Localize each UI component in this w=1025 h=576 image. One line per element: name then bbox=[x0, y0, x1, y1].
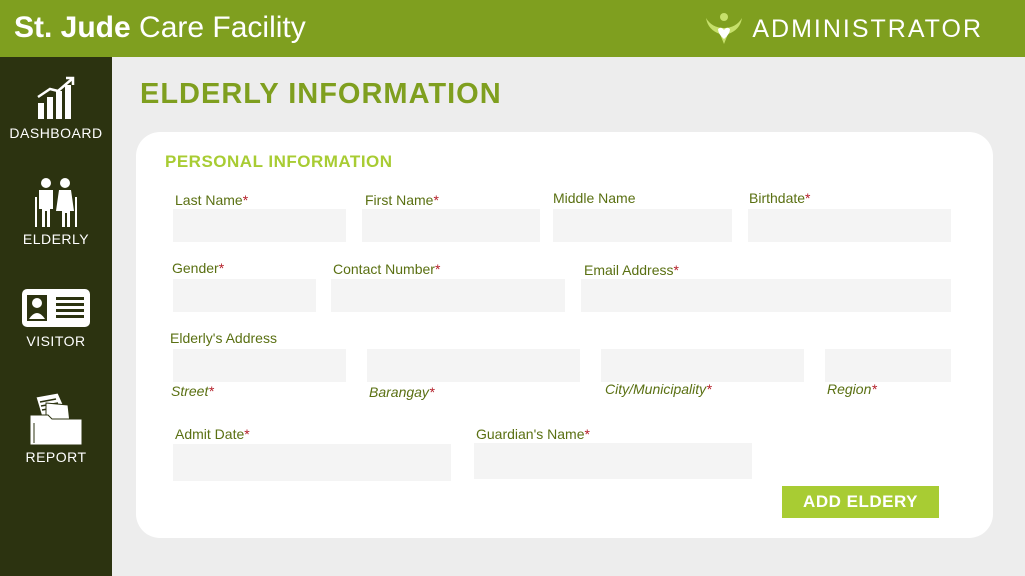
last-name-input[interactable] bbox=[173, 209, 346, 242]
gender-label: Gender* bbox=[172, 260, 225, 276]
role-label: ADMINISTRATOR bbox=[752, 14, 983, 43]
hands-heart-icon bbox=[706, 13, 743, 44]
sidebar-item-label: DASHBOARD bbox=[9, 125, 103, 141]
guardian-name-label: Guardian's Name* bbox=[476, 426, 590, 442]
region-input[interactable] bbox=[825, 349, 951, 382]
sidebar-item-label: VISITOR bbox=[26, 333, 86, 349]
admit-date-input[interactable] bbox=[173, 444, 451, 481]
sidebar-item-label: ELDERLY bbox=[22, 231, 90, 247]
sidebar-item-visitor[interactable]: VISITOR bbox=[0, 289, 112, 349]
street-input[interactable] bbox=[173, 349, 346, 382]
documents-folder-icon bbox=[29, 393, 83, 445]
first-name-label: First Name* bbox=[365, 192, 439, 208]
sidebar-item-report[interactable]: REPORT bbox=[0, 393, 112, 465]
sidebar: DASHBOARD ELDERLY VISITOR REPORT bbox=[0, 57, 112, 576]
first-name-input[interactable] bbox=[362, 209, 540, 242]
middle-name-label: Middle Name bbox=[553, 190, 636, 206]
contact-number-input[interactable] bbox=[331, 279, 565, 312]
email-address-input[interactable] bbox=[581, 279, 951, 312]
last-name-label: Last Name* bbox=[175, 192, 249, 208]
admit-date-label: Admit Date* bbox=[175, 426, 250, 442]
address-label: Elderly's Address bbox=[170, 330, 277, 346]
middle-name-input[interactable] bbox=[553, 209, 732, 242]
contact-number-label: Contact Number* bbox=[333, 261, 441, 277]
gender-input[interactable] bbox=[173, 279, 316, 312]
region-label: Region* bbox=[827, 381, 877, 397]
user-role[interactable]: ADMINISTRATOR bbox=[704, 12, 983, 46]
page-title: ELDERLY INFORMATION bbox=[140, 78, 502, 110]
city-input[interactable] bbox=[601, 349, 804, 382]
guardian-name-input[interactable] bbox=[474, 443, 752, 479]
sidebar-item-dashboard[interactable]: DASHBOARD bbox=[0, 75, 112, 141]
app-title: St. Jude Care Facility bbox=[14, 10, 306, 46]
app-title-rest: Care Facility bbox=[139, 11, 306, 44]
app-title-bold: St. Jude bbox=[14, 11, 131, 44]
birthdate-label: Birthdate* bbox=[749, 190, 811, 206]
barangay-label: Barangay* bbox=[369, 384, 435, 400]
sidebar-item-elderly[interactable]: ELDERLY bbox=[0, 177, 112, 247]
section-title: PERSONAL INFORMATION bbox=[165, 152, 393, 171]
sidebar-item-label: REPORT bbox=[25, 449, 87, 465]
chart-growth-icon bbox=[37, 76, 75, 119]
id-card-icon bbox=[22, 289, 90, 327]
email-address-label: Email Address* bbox=[584, 262, 679, 278]
city-label: City/Municipality* bbox=[605, 381, 712, 397]
street-label: Street* bbox=[171, 383, 214, 399]
barangay-input[interactable] bbox=[367, 349, 580, 382]
elderly-couple-icon bbox=[35, 178, 77, 227]
top-bar: St. Jude Care Facility ADMINISTRATOR bbox=[0, 0, 1025, 57]
birthdate-input[interactable] bbox=[748, 209, 951, 242]
add-elderly-button[interactable]: ADD ELDERY bbox=[782, 486, 939, 518]
